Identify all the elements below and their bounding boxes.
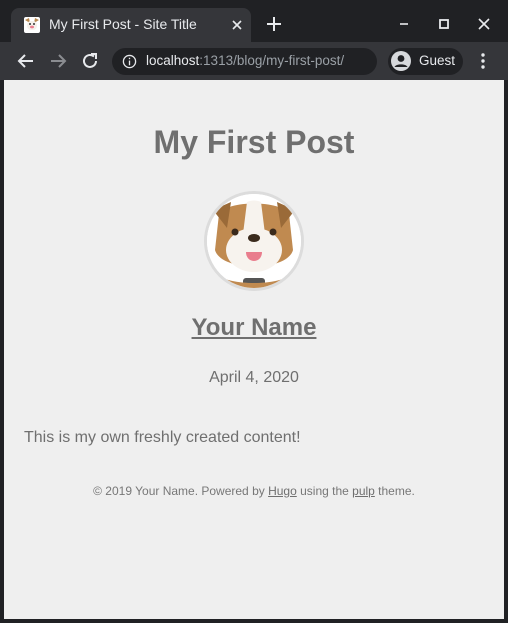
browser-tab[interactable]: My First Post - Site Title	[11, 8, 251, 42]
browser-toolbar: localhost:1313/blog/my-first-post/ Guest	[0, 42, 508, 80]
reload-icon[interactable]	[80, 51, 100, 71]
url-text: localhost:1313/blog/my-first-post/	[146, 53, 344, 68]
bulldog-avatar-icon	[207, 194, 301, 288]
window-close-icon[interactable]	[472, 12, 496, 36]
post-content: This is my own freshly created content!	[24, 429, 301, 446]
bulldog-favicon-icon	[24, 17, 40, 33]
tab-title: My First Post - Site Title	[49, 16, 197, 32]
url-host: localhost	[146, 53, 200, 68]
author-link[interactable]: Your Name	[4, 314, 504, 342]
hugo-link[interactable]: Hugo	[268, 484, 297, 498]
close-icon[interactable]	[229, 17, 245, 33]
arrow-right-icon[interactable]	[48, 51, 68, 71]
post-date: April 4, 2020	[209, 369, 299, 386]
post-title: My First Post	[153, 124, 355, 160]
profile-label: Guest	[419, 53, 456, 68]
profile-button[interactable]: Guest	[388, 48, 463, 75]
page-footer: © 2019 Your Name. Powered by Hugo using …	[4, 484, 504, 498]
account-circle-icon	[391, 51, 411, 71]
browser-titlebar: My First Post - Site Title	[0, 0, 508, 42]
arrow-left-icon[interactable]	[16, 51, 36, 71]
plus-icon[interactable]	[264, 14, 284, 34]
url-path: :1313/blog/my-first-post/	[199, 53, 345, 68]
footer-prefix: © 2019 Your Name. Powered by	[93, 484, 269, 498]
maximize-icon[interactable]	[432, 12, 456, 36]
page-viewport: My First Post Your Name April 4, 2020 Th…	[4, 80, 504, 619]
kebab-menu-icon[interactable]	[474, 51, 492, 71]
info-icon[interactable]	[122, 54, 137, 69]
avatar	[204, 191, 304, 291]
minimize-icon[interactable]	[392, 12, 416, 36]
footer-suffix: theme.	[374, 484, 415, 498]
footer-middle: using the	[296, 484, 353, 498]
address-bar[interactable]: localhost:1313/blog/my-first-post/	[112, 48, 377, 75]
pulp-theme-link[interactable]: pulp	[352, 484, 375, 498]
